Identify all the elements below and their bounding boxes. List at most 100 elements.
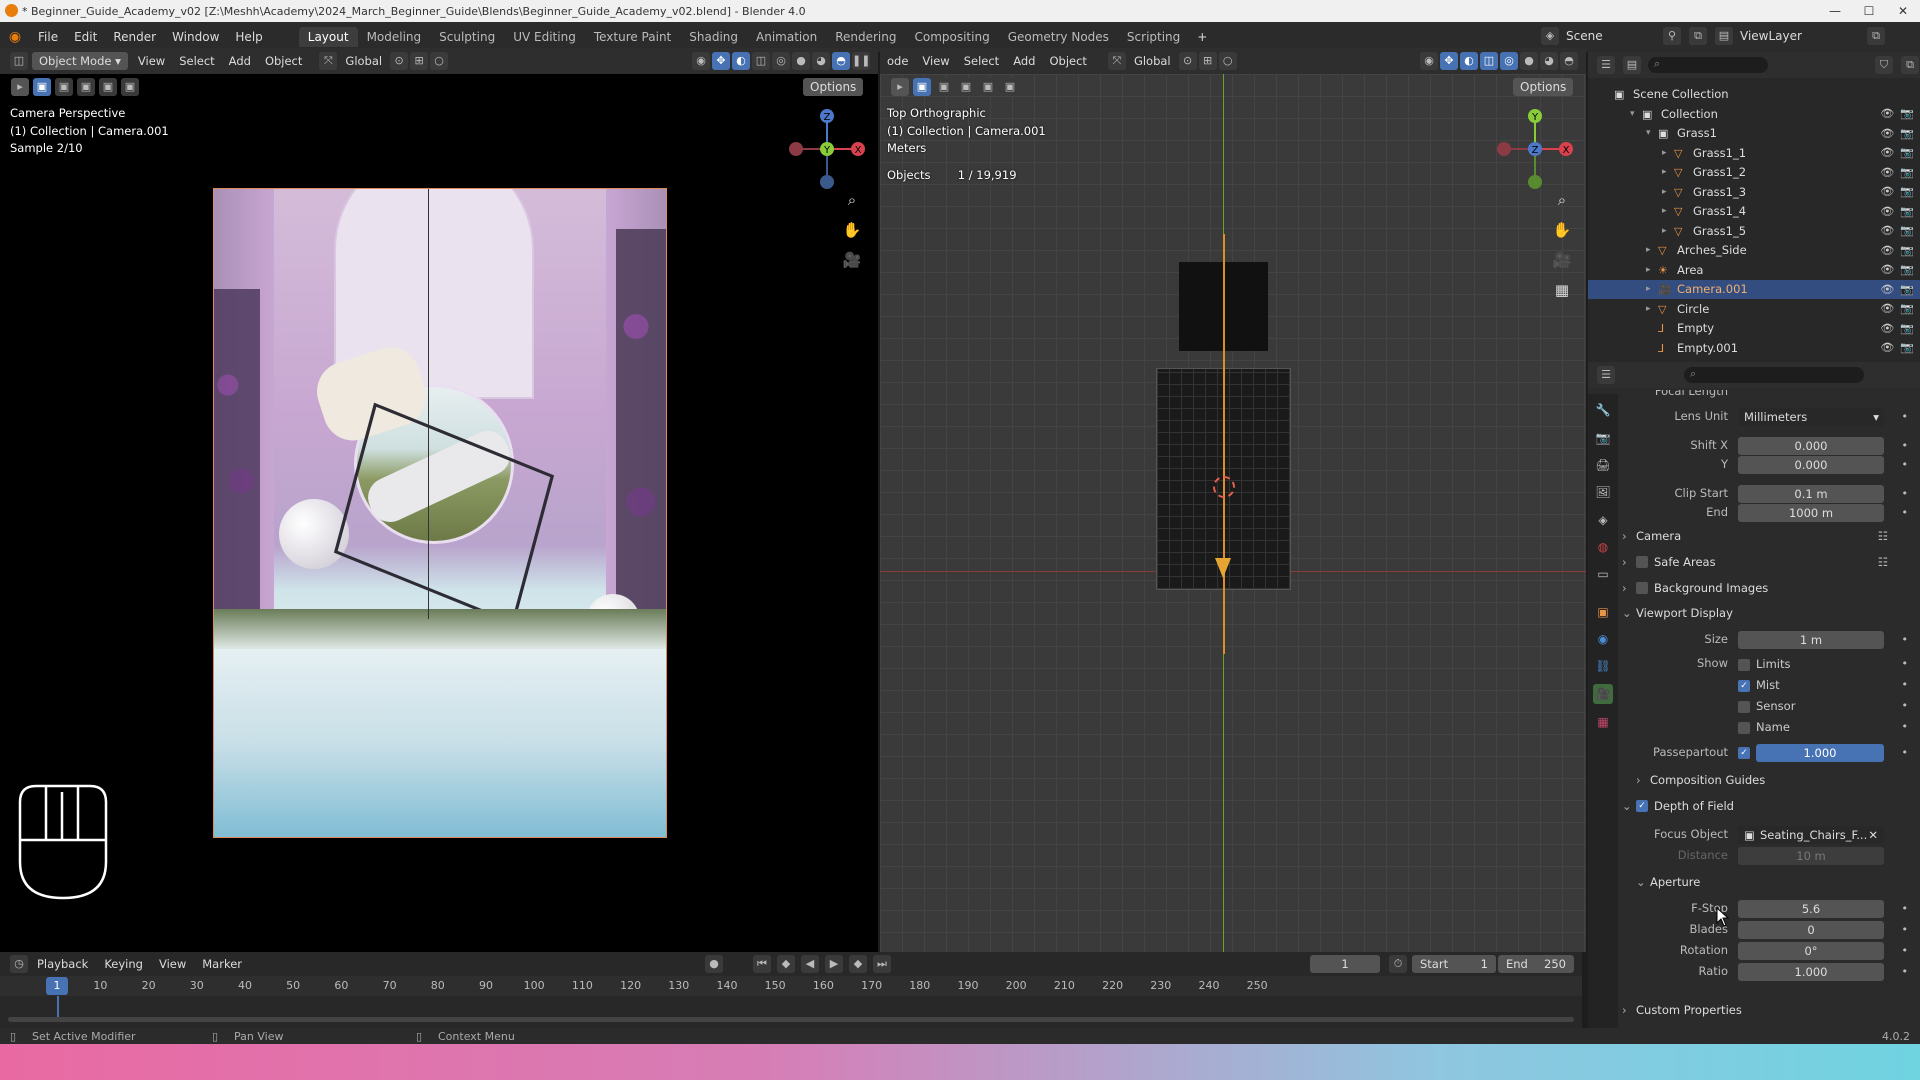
- right-ortho-toggle-icon[interactable]: ▦: [1550, 278, 1574, 302]
- left-navigation-gizmo[interactable]: Z X Y: [782, 104, 872, 194]
- object-mode-dropdown[interactable]: Object Mode ▾: [32, 52, 128, 70]
- chevron-right-icon[interactable]: ▸: [1662, 148, 1674, 158]
- visibility-eye-icon[interactable]: 👁: [1880, 283, 1894, 296]
- limits-keyframe-icon[interactable]: •: [1902, 657, 1909, 670]
- show-limits-option[interactable]: Limits: [1738, 657, 1791, 671]
- select-invert-icon[interactable]: ▣: [99, 78, 117, 96]
- new-scene-icon[interactable]: ⧉: [1689, 27, 1707, 45]
- tab-animation[interactable]: Animation: [747, 27, 826, 47]
- chevron-right-icon[interactable]: ▸: [1646, 304, 1658, 314]
- shift-x-keyframe-icon[interactable]: •: [1902, 439, 1909, 452]
- pivot-icon[interactable]: ⊙: [390, 52, 409, 70]
- visibility-eye-icon[interactable]: 👁: [1880, 263, 1894, 276]
- menu-window[interactable]: Window: [164, 30, 227, 44]
- right-pan-view-icon[interactable]: ✋: [1550, 218, 1574, 242]
- right-transform-orientation-icon[interactable]: ⤧: [1107, 52, 1126, 70]
- render-camera-icon[interactable]: 📷: [1900, 127, 1914, 140]
- render-camera-icon[interactable]: 📷: [1900, 322, 1914, 335]
- outliner-row[interactable]: ▸ ▽ Grass1_5 👁 📷: [1588, 221, 1920, 241]
- view-layer-icon[interactable]: ▤: [1715, 27, 1733, 45]
- clip-start-field[interactable]: 0.1 m: [1738, 485, 1884, 503]
- outliner-row[interactable]: ▸ ☀ Area 👁 📷: [1588, 260, 1920, 280]
- show-sensor-option[interactable]: Sensor: [1738, 699, 1795, 713]
- render-camera-icon[interactable]: 📷: [1900, 107, 1914, 120]
- right-overlay-toggle-icon[interactable]: ◐: [1460, 52, 1478, 70]
- right-snap-icon[interactable]: ⊞: [1198, 52, 1217, 70]
- next-keyframe-icon[interactable]: ◆: [849, 955, 867, 973]
- render-camera-icon[interactable]: 📷: [1900, 302, 1914, 315]
- panel-camera[interactable]: › Camera ☷: [1622, 525, 1916, 547]
- collection-tab-icon[interactable]: ▭: [1593, 564, 1613, 584]
- name-keyframe-icon[interactable]: •: [1902, 720, 1909, 733]
- chevron-right-icon[interactable]: ▸: [1646, 284, 1658, 294]
- shading-wire-icon[interactable]: ◎: [772, 52, 790, 70]
- passepartout-slider[interactable]: 1.000: [1756, 744, 1884, 762]
- lens-unit-dropdown[interactable]: Millimeters ▾: [1738, 408, 1884, 426]
- camera-data-tab-icon[interactable]: 🎥: [1593, 684, 1613, 704]
- select-subtract-icon[interactable]: ▣: [77, 78, 95, 96]
- clear-focus-object-icon[interactable]: ✕: [1868, 826, 1878, 844]
- overlay-toggle-icon[interactable]: ◐: [732, 52, 750, 70]
- maximize-icon[interactable]: ☐: [1852, 0, 1886, 22]
- timeline-menu-playback[interactable]: Playback: [29, 957, 96, 971]
- blender-menu-icon[interactable]: ◉: [0, 29, 30, 45]
- visibility-eye-icon[interactable]: 👁: [1880, 302, 1894, 315]
- properties-editor-type-icon[interactable]: ☰: [1597, 366, 1615, 384]
- tab-texture-paint[interactable]: Texture Paint: [585, 27, 680, 47]
- render-camera-icon[interactable]: 📷: [1900, 224, 1914, 237]
- tab-geometry-nodes[interactable]: Geometry Nodes: [999, 27, 1118, 47]
- left-menu-add[interactable]: Add: [222, 54, 258, 68]
- left-options-button[interactable]: Options: [803, 78, 864, 96]
- outliner-row[interactable]: ▾ ▣ Collection 👁 📷: [1588, 104, 1920, 124]
- clip-end-keyframe-icon[interactable]: •: [1902, 506, 1909, 519]
- right-pivot-icon[interactable]: ⊙: [1178, 52, 1197, 70]
- minimize-icon[interactable]: —: [1818, 0, 1852, 22]
- world-tab-icon[interactable]: ◍: [1593, 537, 1613, 557]
- right-shading-rendered-icon[interactable]: ◓: [1560, 52, 1578, 70]
- right-shading-wire-icon[interactable]: ◎: [1500, 52, 1518, 70]
- camera-viewport[interactable]: ▸ ▣ ▣ ▣ ▣ ▣ Options Camera Perspective (…: [0, 74, 878, 952]
- outliner-scene-collection[interactable]: ▣ Scene Collection: [1588, 84, 1920, 104]
- right-camera-view-icon[interactable]: 🎥: [1550, 248, 1574, 272]
- timeline-menu-keying[interactable]: Keying: [96, 957, 151, 971]
- right-select-tool-icon[interactable]: ▸: [891, 78, 909, 96]
- right-select-invert-icon[interactable]: ▣: [979, 78, 997, 96]
- panel-background-images[interactable]: › Background Images: [1622, 577, 1916, 599]
- properties-search-input[interactable]: ⌕: [1684, 367, 1864, 383]
- mist-keyframe-icon[interactable]: •: [1902, 678, 1909, 691]
- outliner-row[interactable]: ▸ 🎥 Camera.001 👁 📷: [1588, 279, 1920, 299]
- shift-x-field[interactable]: 0.000: [1738, 437, 1884, 455]
- outliner-row[interactable]: ▸ ▽ Circle 👁 📷: [1588, 299, 1920, 319]
- right-shading-material-icon[interactable]: ◕: [1540, 52, 1558, 70]
- menu-edit[interactable]: Edit: [66, 30, 105, 44]
- play-icon[interactable]: ▶: [825, 955, 843, 973]
- transform-orientation-icon[interactable]: ⤧: [319, 52, 338, 70]
- add-workspace-icon[interactable]: +: [1189, 30, 1215, 44]
- passepartout-checkbox[interactable]: ✓: [1738, 747, 1750, 759]
- visibility-eye-icon[interactable]: 👁: [1880, 166, 1894, 179]
- view-layer-selector[interactable]: ViewLayer: [1740, 29, 1860, 43]
- chevron-right-icon[interactable]: ▸: [1646, 245, 1658, 255]
- rotation-keyframe-icon[interactable]: •: [1902, 944, 1909, 957]
- scene-selector[interactable]: Scene: [1566, 29, 1656, 43]
- sensor-keyframe-icon[interactable]: •: [1902, 699, 1909, 712]
- limits-checkbox[interactable]: [1738, 658, 1750, 671]
- render-camera-icon[interactable]: 📷: [1900, 244, 1914, 257]
- tool-tab-icon[interactable]: 🔧: [1593, 400, 1613, 420]
- timeline-menu-view[interactable]: View: [151, 957, 194, 971]
- dof-checkbox[interactable]: ✓: [1636, 800, 1648, 812]
- outliner-row[interactable]: ▸ ▽ Grass1_1 👁 📷: [1588, 143, 1920, 163]
- render-camera-icon[interactable]: 📷: [1900, 185, 1914, 198]
- tab-shading[interactable]: Shading: [680, 27, 747, 47]
- visibility-eye-icon[interactable]: 👁: [1880, 205, 1894, 218]
- clip-start-keyframe-icon[interactable]: •: [1902, 487, 1909, 500]
- shading-solid-icon[interactable]: ●: [792, 52, 810, 70]
- pan-view-icon[interactable]: ✋: [840, 218, 864, 242]
- render-tab-icon[interactable]: 📷: [1593, 428, 1613, 448]
- right-select-intersect-icon[interactable]: ▣: [1001, 78, 1019, 96]
- show-mist-option[interactable]: ✓ Mist: [1738, 678, 1780, 692]
- right-xray-icon[interactable]: ◫: [1480, 52, 1498, 70]
- chevron-down-icon[interactable]: ▾: [1646, 128, 1658, 138]
- tab-compositing[interactable]: Compositing: [905, 27, 998, 47]
- panel-composition-guides[interactable]: › Composition Guides: [1636, 769, 1920, 791]
